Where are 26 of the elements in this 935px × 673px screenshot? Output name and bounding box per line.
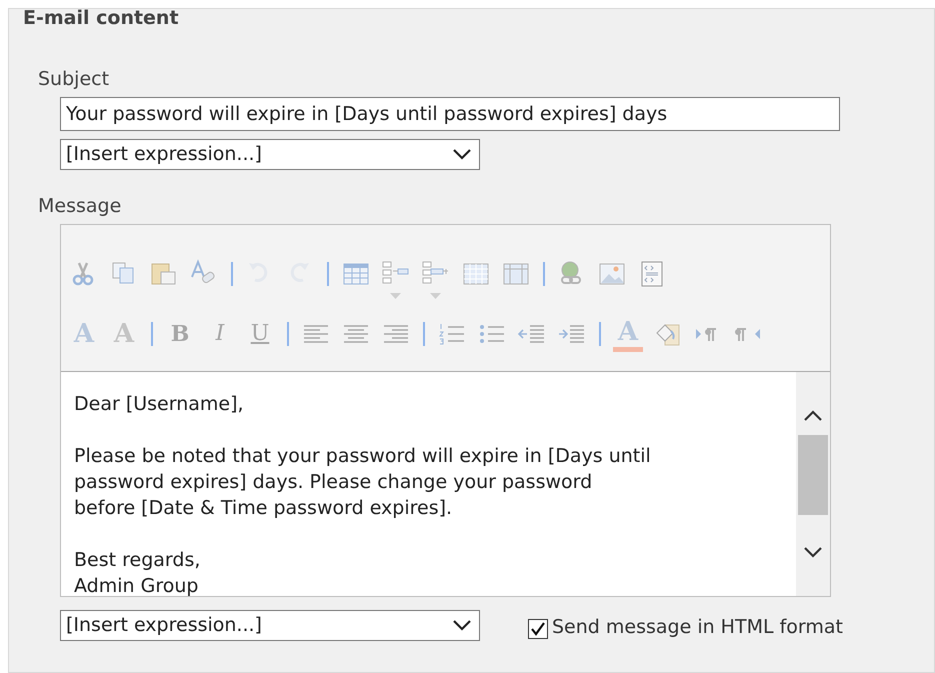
checkbox-label: Send message in HTML format [552,615,843,640]
bold-icon[interactable]: B [165,319,195,349]
message-text-line: Please be noted that your password will expire in [Days until [74,444,652,469]
message-text-line: Best regards, [74,548,202,573]
scrollbar-thumb[interactable] [798,435,828,515]
scrollbar[interactable] [796,372,830,596]
message-text-line: Admin Group [74,574,200,599]
chevron-down-icon [453,620,471,631]
chevron-up-icon[interactable] [804,410,822,421]
message-text-line: Dear [Username], [74,392,245,417]
subject-field[interactable]: Your password will expire in [Days until password expires] days [60,97,840,131]
html-format-checkbox[interactable] [528,619,548,640]
expression-dropdown[interactable]: [Insert expression...] [60,139,480,170]
section-title: E-mail content [22,6,180,30]
message-text-line: before [Date & Time password expires]. [74,496,454,521]
field-label: Message [38,194,122,218]
field-label: Subject [38,67,110,91]
chevron-down-icon[interactable] [804,547,822,558]
message-text-line: password expires] days. Please change your password [74,470,594,495]
chevron-down-icon [453,149,471,160]
caret-down-icon[interactable] [430,293,441,299]
caret-down-icon[interactable] [390,293,401,299]
underline-icon[interactable]: U [245,319,275,349]
italic-icon[interactable]: I [205,319,235,349]
font-icon[interactable]: A [69,319,99,349]
expression-dropdown[interactable]: [Insert expression...] [60,610,480,641]
